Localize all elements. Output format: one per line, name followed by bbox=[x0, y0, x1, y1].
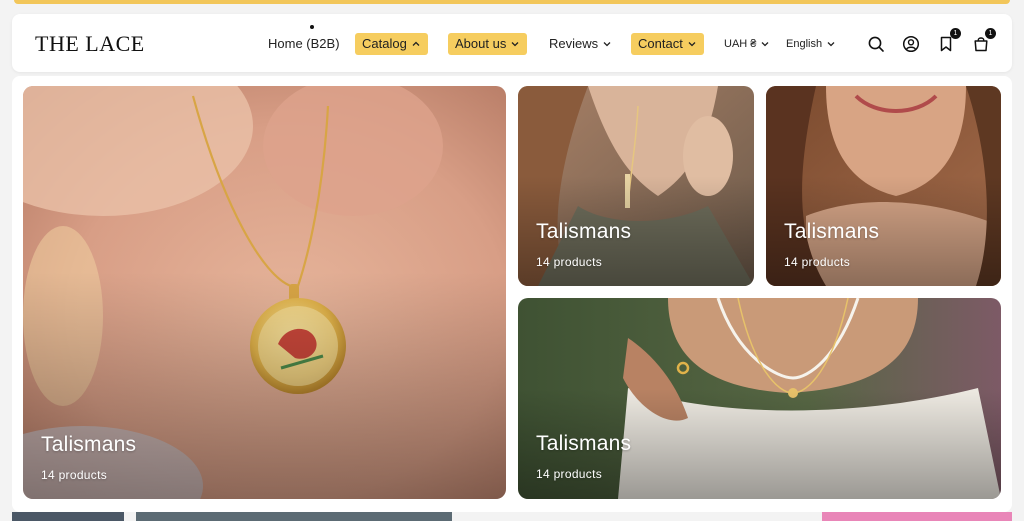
search-icon bbox=[868, 36, 884, 52]
user-icon bbox=[902, 35, 920, 53]
nav-contact-label: Contact bbox=[638, 36, 683, 51]
category-card[interactable]: Talismans 14 products bbox=[766, 86, 1001, 286]
category-count: 14 products bbox=[784, 255, 851, 269]
site-header: THE LACE Home (B2B) Catalog About us Rev… bbox=[12, 14, 1012, 72]
category-count: 14 products bbox=[536, 255, 603, 269]
nav-contact[interactable]: Contact bbox=[631, 33, 704, 55]
category-count: 14 products bbox=[536, 467, 603, 481]
nav-about[interactable]: About us bbox=[448, 33, 528, 55]
category-title: Talismans bbox=[784, 220, 880, 243]
chevron-down-icon bbox=[761, 42, 769, 47]
announcement-bar bbox=[14, 0, 1010, 4]
chevron-down-icon bbox=[827, 42, 835, 47]
active-nav-indicator bbox=[310, 25, 314, 29]
category-count: 14 products bbox=[41, 468, 108, 482]
nav-home[interactable]: Home (B2B) bbox=[261, 33, 347, 55]
brand-logo[interactable]: THE LACE bbox=[35, 31, 145, 57]
category-title: Talismans bbox=[536, 220, 632, 243]
cart-count-badge: 1 bbox=[985, 28, 996, 39]
nav-about-label: About us bbox=[455, 36, 507, 51]
wishlist-count-badge: 1 bbox=[950, 28, 961, 39]
content-preview bbox=[12, 512, 124, 521]
category-card[interactable]: Talismans 14 products bbox=[23, 86, 506, 499]
category-card[interactable]: Talismans 14 products bbox=[518, 298, 1001, 499]
language-selector[interactable]: English bbox=[779, 33, 843, 55]
chevron-down-icon bbox=[511, 42, 519, 47]
catalog-dropdown-panel: Talismans 14 products Talismans 14 produ… bbox=[12, 76, 1012, 512]
content-preview bbox=[822, 512, 1012, 521]
nav-reviews-label: Reviews bbox=[549, 36, 599, 51]
wishlist-button[interactable]: 1 bbox=[935, 28, 961, 55]
chevron-down-icon bbox=[688, 42, 696, 47]
content-preview bbox=[136, 512, 452, 521]
nav-catalog[interactable]: Catalog bbox=[355, 33, 428, 55]
nav-home-label: Home (B2B) bbox=[268, 36, 340, 51]
category-title: Talismans bbox=[41, 433, 137, 456]
currency-label: UAH ₴ bbox=[724, 38, 757, 50]
nav-reviews[interactable]: Reviews bbox=[542, 33, 619, 55]
cart-button[interactable]: 1 bbox=[970, 28, 996, 55]
category-title: Talismans bbox=[536, 432, 632, 455]
account-button[interactable] bbox=[900, 33, 922, 55]
language-label: English bbox=[786, 38, 823, 50]
search-button[interactable] bbox=[865, 33, 887, 55]
chevron-down-icon bbox=[603, 42, 611, 47]
nav-catalog-label: Catalog bbox=[362, 36, 407, 51]
chevron-up-icon bbox=[412, 41, 420, 46]
currency-selector[interactable]: UAH ₴ bbox=[717, 33, 777, 55]
category-card[interactable]: Talismans 14 products bbox=[518, 86, 754, 286]
